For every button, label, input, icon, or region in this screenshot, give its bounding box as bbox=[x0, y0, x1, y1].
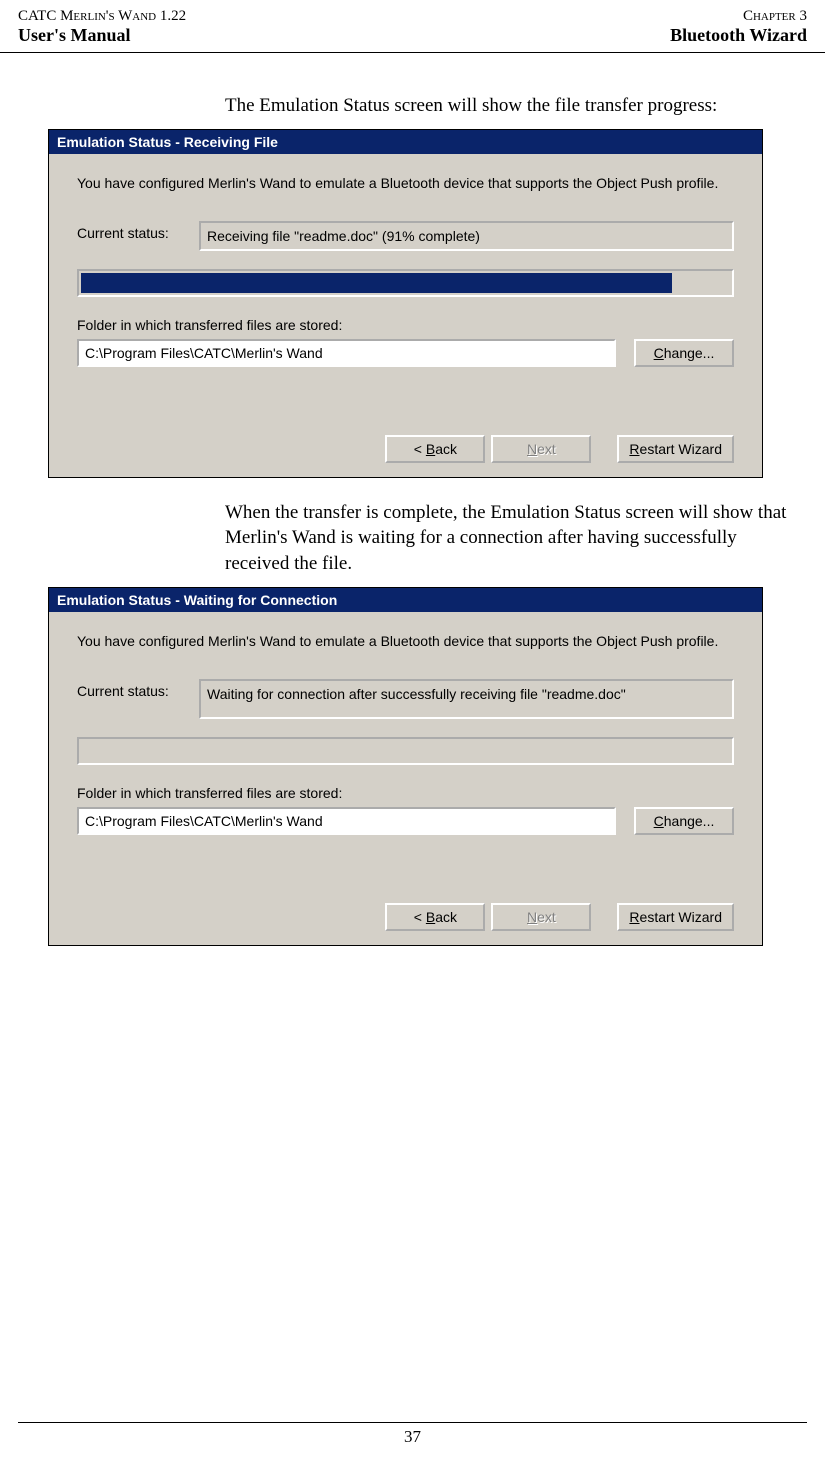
folder-label: Folder in which transferred files are st… bbox=[77, 317, 734, 333]
progress-fill bbox=[81, 273, 672, 293]
titlebar: Emulation Status - Receiving File bbox=[49, 130, 762, 154]
header-section: Bluetooth Wizard bbox=[670, 25, 807, 46]
page-number: 37 bbox=[18, 1422, 807, 1447]
dialog-description: You have configured Merlin's Wand to emu… bbox=[77, 174, 734, 193]
folder-label: Folder in which transferred files are st… bbox=[77, 785, 734, 801]
progress-bar bbox=[77, 737, 734, 765]
titlebar: Emulation Status - Waiting for Connectio… bbox=[49, 588, 762, 612]
body-paragraph-1: The Emulation Status screen will show th… bbox=[225, 93, 800, 119]
next-button: Next bbox=[491, 903, 591, 931]
status-label: Current status: bbox=[77, 679, 185, 699]
folder-path-input[interactable]: C:\Program Files\CATC\Merlin's Wand bbox=[77, 807, 616, 835]
dialog-receiving-file: Emulation Status - Receiving File You ha… bbox=[48, 129, 763, 478]
dialog-waiting-connection: Emulation Status - Waiting for Connectio… bbox=[48, 587, 763, 946]
change-button[interactable]: Change... bbox=[634, 339, 734, 367]
status-value: Receiving file "readme.doc" (91% complet… bbox=[199, 221, 734, 251]
back-button[interactable]: < Back bbox=[385, 903, 485, 931]
restart-wizard-button[interactable]: Restart Wizard bbox=[617, 435, 734, 463]
change-button[interactable]: Change... bbox=[634, 807, 734, 835]
dialog-description: You have configured Merlin's Wand to emu… bbox=[77, 632, 734, 651]
header-chapter: Chapter 3 bbox=[743, 8, 807, 25]
status-value: Waiting for connection after successfull… bbox=[199, 679, 734, 719]
progress-bar bbox=[77, 269, 734, 297]
folder-path-input[interactable]: C:\Program Files\CATC\Merlin's Wand bbox=[77, 339, 616, 367]
next-button: Next bbox=[491, 435, 591, 463]
header-manual: User's Manual bbox=[18, 25, 131, 46]
status-label: Current status: bbox=[77, 221, 185, 241]
body-paragraph-2: When the transfer is complete, the Emula… bbox=[225, 500, 800, 577]
back-button[interactable]: < Back bbox=[385, 435, 485, 463]
restart-wizard-button[interactable]: Restart Wizard bbox=[617, 903, 734, 931]
header-product: CATC Merlin's Wand 1.22 bbox=[18, 8, 186, 25]
